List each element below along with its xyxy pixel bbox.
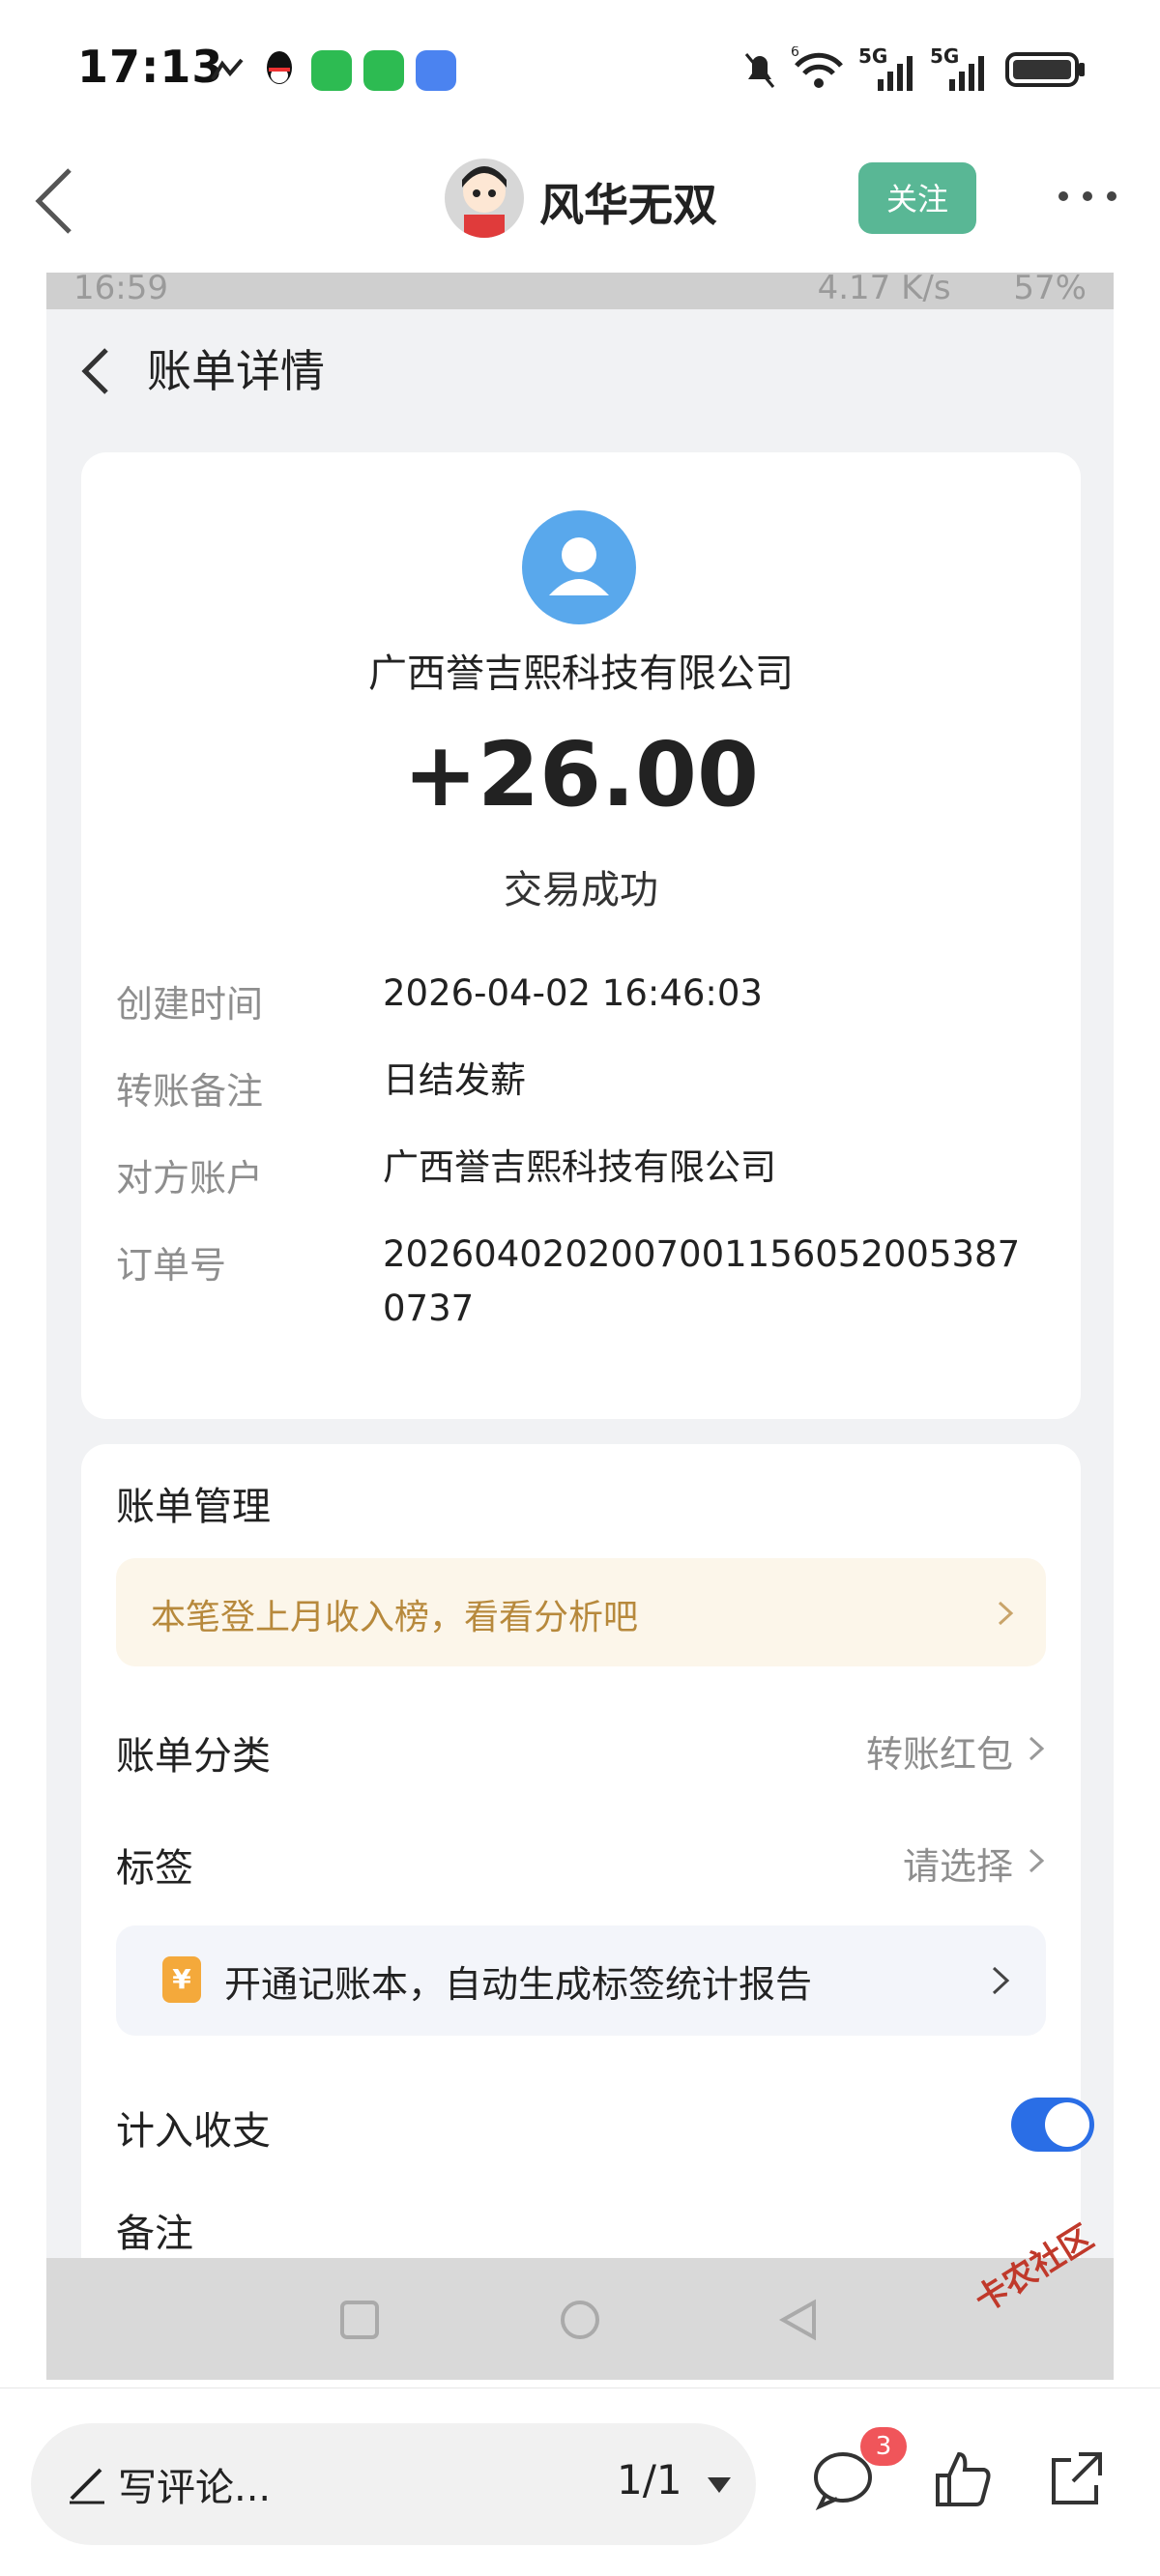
yuan-icon: ¥ xyxy=(162,1956,201,2003)
chevron-right-icon xyxy=(992,1966,1010,1995)
chevron-right-icon xyxy=(1029,1736,1045,1761)
amount: +26.00 xyxy=(402,723,760,826)
merchant-avatar xyxy=(522,510,636,624)
bookkeeping-promo-banner[interactable]: ¥ 开通记账本，自动生成标签统计报告 xyxy=(116,1925,1046,2036)
inner-status-speed: 4.17 K/s xyxy=(817,273,951,307)
share-icon[interactable] xyxy=(1046,2446,1108,2508)
category-value: 转账红包 xyxy=(865,1733,1013,1776)
counterparty-value: 广西誉吉熙科技有限公司 xyxy=(383,1146,776,1188)
created-time-value: 2026-04-02 16:46:03 xyxy=(383,972,763,1014)
inner-status-battery: 57% xyxy=(1013,273,1087,307)
category-label: 账单分类 xyxy=(116,1734,271,1779)
qq-icon xyxy=(267,51,292,84)
shared-screenshot: 16:59 4.17 K/s 57% 账单详情 广西誉吉熙科技有限公司 +26.… xyxy=(46,273,1114,2380)
comment-placeholder: 写评论... xyxy=(118,2466,272,2510)
page-indicator[interactable]: 1/1 xyxy=(617,2456,682,2504)
battery-icon xyxy=(1005,52,1085,87)
like-icon[interactable] xyxy=(934,2448,992,2510)
comment-bar: 写评论... 1/1 3 xyxy=(0,2388,1160,2576)
toggle-knob xyxy=(1045,2102,1089,2147)
pencil-icon xyxy=(70,2468,104,2504)
order-number-value: 20260402020070011560520053870737 xyxy=(383,1233,1021,1329)
transaction-status: 交易成功 xyxy=(504,868,658,912)
status-time: 17:13 xyxy=(77,41,224,93)
avatar[interactable] xyxy=(445,159,524,238)
dropdown-triangle-icon[interactable] xyxy=(706,2475,733,2495)
wechat-icon xyxy=(311,50,352,91)
signal-bars-icon-2 xyxy=(949,56,984,91)
more-icon[interactable] xyxy=(1054,182,1121,211)
counterparty-label: 对方账户 xyxy=(116,1157,264,1200)
promo-text: 开通记账本，自动生成标签统计报告 xyxy=(224,1963,813,2006)
chevron-right-icon xyxy=(1029,1848,1045,1873)
created-time-label: 创建时间 xyxy=(116,983,264,1026)
transfer-note-value: 日结发薪 xyxy=(383,1059,526,1101)
tag-label: 标签 xyxy=(116,1846,193,1891)
transfer-note-label: 转账备注 xyxy=(116,1070,264,1113)
user-icon xyxy=(549,537,609,595)
status-bar: 17:13 6 5G 5G xyxy=(0,0,1160,145)
follow-button[interactable]: 关注 xyxy=(858,162,976,234)
recent-apps-icon xyxy=(340,2301,379,2339)
order-number-label: 订单号 xyxy=(116,1244,227,1287)
back-triangle-icon xyxy=(778,2299,816,2341)
wechat-icon-2 xyxy=(363,50,404,91)
include-label: 计入收支 xyxy=(116,2109,271,2154)
inner-status-bar: 16:59 4.17 K/s 57% xyxy=(46,273,1114,309)
comment-input[interactable]: 写评论... 1/1 xyxy=(31,2423,756,2545)
bill-title-bar: 账单详情 xyxy=(46,309,1114,425)
merchant-name: 广西誉吉熙科技有限公司 xyxy=(368,651,794,696)
inner-back-icon[interactable] xyxy=(77,342,116,400)
chevron-right-icon xyxy=(998,1601,1014,1626)
analysis-banner[interactable]: 本笔登上月收入榜，看看分析吧 xyxy=(116,1558,1046,1666)
inner-status-time: 16:59 xyxy=(73,273,168,307)
tag-row[interactable]: 标签 请选择 xyxy=(81,1817,1081,1904)
missed-call-icon xyxy=(211,58,244,81)
avatar-cartoon-icon xyxy=(462,166,507,238)
home-icon xyxy=(561,2301,599,2339)
include-toggle[interactable] xyxy=(1011,2098,1094,2152)
username[interactable]: 风华无双 xyxy=(539,170,717,234)
analysis-banner-text: 本笔登上月收入榜，看看分析吧 xyxy=(151,1598,639,1637)
signal-bars-icon xyxy=(878,56,913,91)
transaction-card: 广西誉吉熙科技有限公司 +26.00 交易成功 创建时间 2026-04-02 … xyxy=(81,452,1081,1419)
tag-value: 请选择 xyxy=(902,1845,1013,1888)
inner-navigation-bar xyxy=(46,2258,1114,2380)
page-title: 账单详情 xyxy=(147,345,325,397)
bill-management-card: 账单管理 本笔登上月收入榜，看看分析吧 账单分类 转账红包 标签 请选择 ¥ 开… xyxy=(81,1444,1094,2380)
message-icon xyxy=(416,50,456,91)
management-title: 账单管理 xyxy=(116,1485,271,1529)
note-label: 备注 xyxy=(116,2212,193,2256)
svg-text:6: 6 xyxy=(791,46,799,60)
comment-count-badge: 3 xyxy=(860,2427,907,2466)
mute-bell-icon xyxy=(744,53,775,88)
category-row[interactable]: 账单分类 转账红包 xyxy=(81,1705,1081,1792)
back-icon[interactable] xyxy=(27,162,85,240)
wifi-icon: 6 xyxy=(791,46,843,88)
